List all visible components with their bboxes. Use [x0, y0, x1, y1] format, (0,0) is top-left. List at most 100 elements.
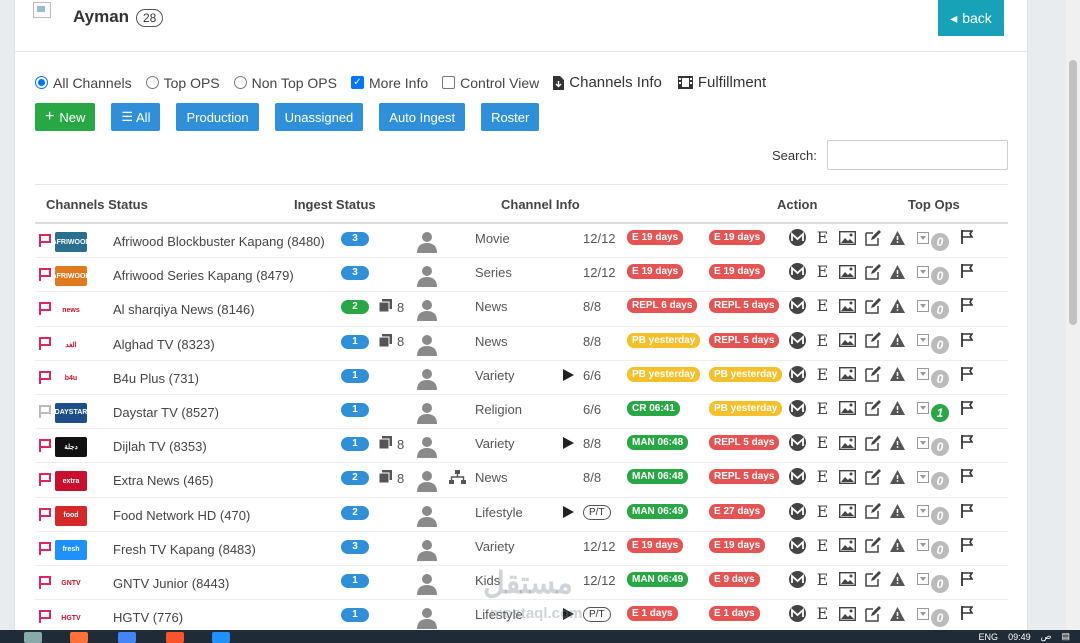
filter-non-top-ops[interactable]: Non Top OPS: [233, 75, 337, 91]
edit-e-icon[interactable]: E: [814, 228, 831, 247]
edit-e-icon[interactable]: E: [814, 604, 831, 623]
edit-e-icon[interactable]: E: [814, 570, 831, 589]
status-flag-icon[interactable]: [39, 610, 51, 624]
firefox-icon[interactable]: [70, 632, 88, 643]
table-row[interactable]: b4u B4u Plus (731) 1 Variety 6/6 PB yesterday…: [35, 361, 1008, 395]
pencil-square-icon[interactable]: [864, 434, 881, 451]
chrome-icon[interactable]: [118, 632, 136, 643]
monero-icon[interactable]: [789, 297, 806, 315]
channel-name[interactable]: HGTV (776): [113, 610, 183, 625]
app-icon[interactable]: [212, 632, 230, 643]
user-icon[interactable]: [417, 265, 437, 290]
scrollbar-thumb[interactable]: [1069, 60, 1077, 325]
status-flag-icon[interactable]: [39, 575, 51, 589]
edit-e-icon[interactable]: E: [814, 536, 831, 555]
table-row[interactable]: DAYSTAR Daystar TV (8527) 1 Religion 6/6 CR 0…: [35, 395, 1008, 430]
filter-top-ops[interactable]: Top OPS: [145, 75, 220, 91]
ingest-count-badge[interactable]: 2: [341, 300, 369, 315]
warning-icon[interactable]: [889, 263, 906, 280]
pencil-square-icon[interactable]: [864, 605, 881, 622]
top-ops-flag-icon[interactable]: [961, 469, 974, 486]
monero-icon[interactable]: [789, 331, 806, 349]
status-flag-icon[interactable]: [39, 370, 51, 384]
top-ops-count[interactable]: 0: [931, 472, 949, 491]
col-channel-info[interactable]: Channel Info: [501, 197, 580, 212]
radio-control[interactable]: [145, 76, 159, 89]
warning-icon[interactable]: [889, 366, 906, 383]
user-icon[interactable]: [417, 368, 437, 393]
table-row[interactable]: extra Extra News (465) 2 8 News 8/8 MAN 06:48 R…: [35, 463, 1008, 498]
ingest-count-badge[interactable]: 2: [341, 471, 369, 486]
filter-control-view[interactable]: Control View: [442, 75, 539, 91]
clock-time[interactable]: 09:49: [1008, 632, 1031, 642]
warning-icon[interactable]: [889, 332, 906, 349]
image-icon[interactable]: [839, 503, 856, 520]
top-ops-count[interactable]: 0: [931, 301, 949, 320]
status-flag-icon[interactable]: [39, 439, 51, 453]
top-ops-count[interactable]: 0: [931, 335, 949, 354]
monero-icon[interactable]: [789, 605, 806, 623]
table-row[interactable]: AFRIWOOD Afriwood Series Kapang (8479) 3 Se…: [35, 258, 1008, 293]
top-ops-count[interactable]: 0: [931, 233, 949, 251]
col-top-ops[interactable]: Top Ops: [908, 197, 960, 212]
channel-name[interactable]: Afriwood Blockbuster Kapang (8480): [113, 234, 325, 249]
image-icon[interactable]: [839, 263, 856, 280]
image-icon[interactable]: [839, 366, 856, 383]
col-action[interactable]: Action: [777, 197, 817, 212]
filter-all-channels[interactable]: All Channels: [35, 75, 132, 91]
image-icon[interactable]: [839, 468, 856, 485]
filter-more-info[interactable]: ✓ More Info: [351, 75, 428, 91]
edit-e-icon[interactable]: E: [814, 296, 831, 315]
ingest-count-badge[interactable]: 1: [341, 573, 369, 588]
top-ops-flag-icon[interactable]: [961, 606, 974, 623]
image-icon[interactable]: [839, 332, 856, 349]
edit-e-icon[interactable]: E: [814, 262, 831, 281]
notifications-icon[interactable]: ▤: [1061, 631, 1070, 642]
channel-name[interactable]: Extra News (465): [113, 473, 213, 488]
dropdown-box-icon[interactable]: [914, 297, 931, 314]
image-icon[interactable]: [839, 605, 856, 622]
ingest-count-badge[interactable]: 3: [341, 232, 369, 246]
auto-ingest-button[interactable]: Auto Ingest: [379, 103, 466, 131]
table-row[interactable]: الغد Alghad TV (8323) 1 8 News 8/8 PB yesterda…: [35, 327, 1008, 361]
channel-name[interactable]: B4u Plus (731): [113, 371, 199, 386]
pencil-square-icon[interactable]: [864, 400, 881, 417]
pencil-square-icon[interactable]: [864, 537, 881, 554]
monero-icon[interactable]: [789, 536, 806, 554]
edit-e-icon[interactable]: E: [814, 399, 831, 418]
top-ops-count[interactable]: 0: [931, 574, 949, 593]
user-icon[interactable]: [417, 231, 437, 256]
user-icon[interactable]: [417, 299, 437, 324]
edit-e-icon[interactable]: E: [814, 331, 831, 350]
top-ops-flag-icon[interactable]: [961, 537, 974, 555]
pencil-square-icon[interactable]: [864, 503, 881, 520]
top-ops-count[interactable]: 0: [931, 609, 949, 628]
top-ops-flag-icon[interactable]: [961, 298, 974, 315]
all-button[interactable]: ☰ All: [111, 103, 161, 131]
channel-name[interactable]: Food Network HD (470): [113, 508, 250, 523]
monero-icon[interactable]: [789, 399, 806, 417]
channel-name[interactable]: Daystar TV (8527): [113, 405, 219, 420]
edit-e-icon[interactable]: E: [814, 502, 831, 521]
top-ops-count[interactable]: 0: [931, 438, 949, 457]
network-icon[interactable]: [449, 470, 466, 488]
channel-name[interactable]: Alghad TV (8323): [113, 337, 215, 352]
top-ops-flag-icon[interactable]: [961, 571, 974, 589]
user-icon[interactable]: [417, 539, 437, 564]
roster-button[interactable]: Roster: [481, 103, 540, 131]
channel-name[interactable]: GNTV Junior (8443): [113, 576, 229, 591]
user-icon[interactable]: [417, 436, 437, 461]
col-channels-status[interactable]: Channels Status: [46, 197, 148, 212]
unassigned-button[interactable]: Unassigned: [274, 103, 364, 131]
status-flag-icon[interactable]: [39, 336, 51, 350]
image-icon[interactable]: [839, 400, 856, 417]
checkbox-control[interactable]: [442, 76, 456, 89]
radio-control[interactable]: [233, 76, 247, 89]
search-input[interactable]: [827, 140, 1008, 170]
top-ops-count[interactable]: 0: [931, 540, 949, 559]
play-icon[interactable]: [563, 505, 574, 521]
table-row[interactable]: news Al sharqiya News (8146) 2 8 News 8/8 REPL…: [35, 292, 1008, 327]
dropdown-box-icon[interactable]: [914, 332, 931, 349]
dropdown-box-icon[interactable]: [914, 229, 931, 246]
image-icon[interactable]: [839, 229, 856, 246]
